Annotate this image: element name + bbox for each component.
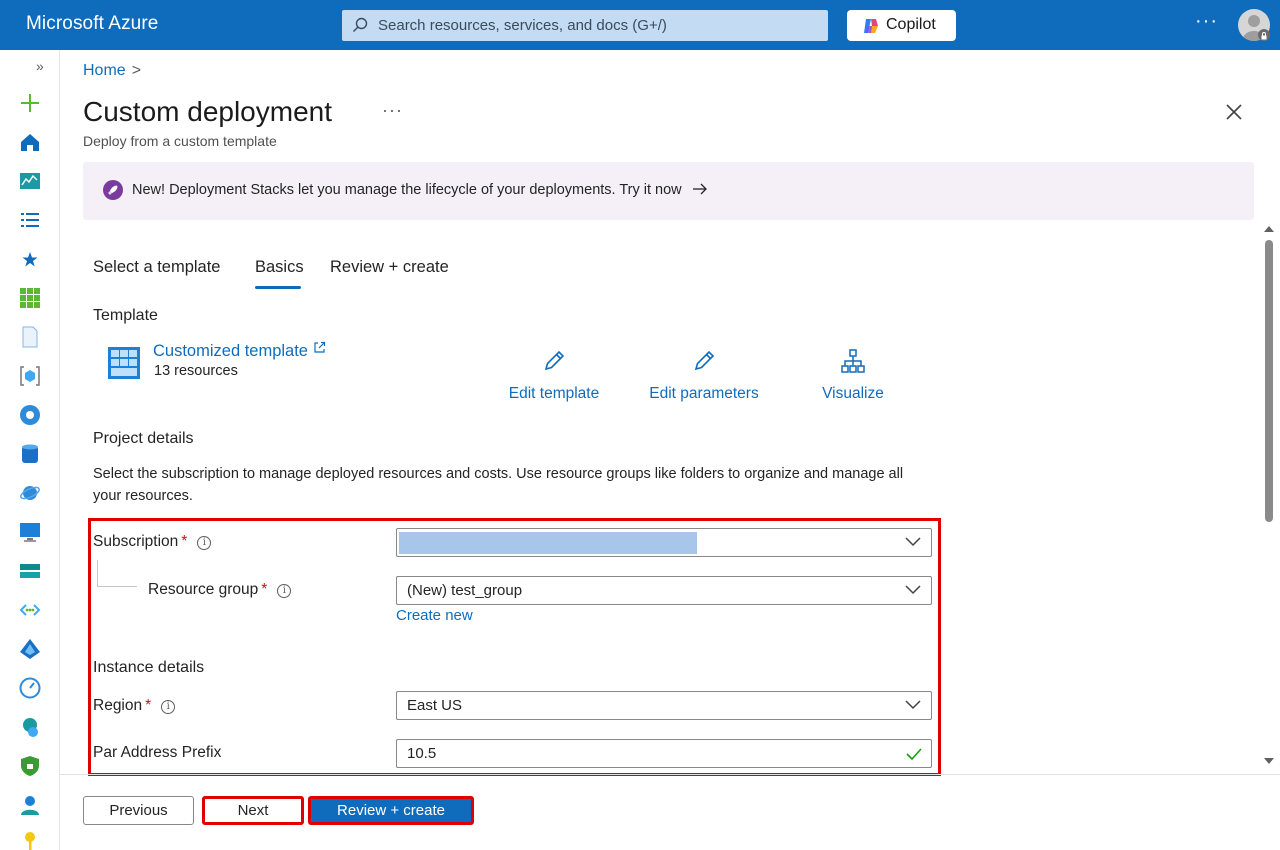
resource-group-icon[interactable] (19, 365, 41, 387)
required-asterisk: * (181, 533, 188, 550)
region-dropdown[interactable]: East US (396, 691, 932, 720)
required-asterisk: * (261, 581, 268, 598)
virtual-network-icon[interactable] (19, 599, 41, 621)
redacted-subscription-value (399, 532, 697, 554)
all-resources-grid-icon[interactable] (19, 287, 41, 309)
next-button[interactable]: Next (202, 796, 304, 825)
hierarchy-icon (841, 349, 865, 373)
edit-parameters-button[interactable]: Edit parameters (648, 348, 760, 403)
tree-connector (97, 560, 137, 587)
arrow-right-icon (692, 183, 707, 195)
pencil-icon (694, 350, 715, 371)
edit-template-button[interactable]: Edit template (507, 348, 601, 403)
top-bar: Microsoft Azure Search resources, servic… (0, 0, 1280, 50)
checkmark-icon (906, 748, 922, 761)
entra-id-icon[interactable] (19, 638, 41, 660)
tab-select-template[interactable]: Select a template (93, 258, 221, 277)
expand-menu-icon[interactable]: » (36, 58, 44, 74)
more-icon[interactable]: ··· (1195, 10, 1218, 33)
scrollbar-thumb[interactable] (1265, 240, 1273, 522)
chevron-down-icon (905, 537, 921, 547)
copilot-button[interactable]: Copilot (847, 10, 956, 41)
json-file-icon[interactable] (19, 326, 41, 348)
pencil-icon (544, 350, 565, 371)
create-resource-icon[interactable] (19, 92, 41, 114)
virtual-machine-icon[interactable] (19, 521, 41, 543)
all-services-icon[interactable] (19, 209, 41, 231)
subscription-dropdown[interactable] (396, 528, 932, 557)
defender-shield-icon[interactable] (19, 755, 41, 777)
chevron-down-icon (905, 700, 921, 710)
create-new-resource-group-link[interactable]: Create new (396, 607, 473, 624)
info-icon[interactable]: i (161, 700, 176, 714)
tab-basics[interactable]: Basics (255, 258, 304, 277)
key-icon[interactable] (19, 831, 41, 850)
left-nav-rail: » (0, 50, 60, 850)
rocket-icon (103, 180, 123, 200)
support-icon[interactable] (19, 794, 41, 816)
brand-title[interactable]: Microsoft Azure (26, 13, 158, 35)
subscription-label: Subscription * i (93, 533, 212, 551)
scroll-up-icon[interactable] (1262, 224, 1276, 234)
project-details-heading: Project details (93, 430, 194, 447)
breadcrumb-home-link[interactable]: Home (83, 62, 126, 79)
app-services-icon[interactable] (19, 404, 41, 426)
project-details-description: Select the subscription to manage deploy… (93, 466, 904, 504)
sql-database-icon[interactable] (19, 443, 41, 465)
page-subtitle: Deploy from a custom template (83, 133, 277, 149)
instance-details-heading: Instance details (93, 659, 205, 676)
active-tab-indicator (255, 286, 301, 289)
edit-template-label: Edit template (508, 385, 600, 402)
template-heading: Template (93, 307, 158, 324)
edit-parameters-label: Edit parameters (649, 385, 759, 402)
template-resource-count: 13 resources (154, 363, 238, 379)
par-address-prefix-input[interactable]: 10.5 (396, 739, 932, 768)
visualize-label: Visualize (822, 385, 884, 402)
cosmos-db-icon[interactable] (19, 482, 41, 504)
favorites-star-icon[interactable] (19, 248, 41, 270)
info-icon[interactable]: i (197, 536, 212, 550)
deployment-stacks-banner[interactable]: New! Deployment Stacks let you manage th… (83, 162, 1254, 220)
external-link-icon (313, 341, 325, 353)
footer-divider (60, 774, 1280, 775)
close-icon[interactable] (1224, 102, 1244, 122)
breadcrumb: Home > (83, 62, 141, 80)
page-more-icon[interactable]: ··· (382, 100, 403, 121)
region-label: Region * i (93, 697, 176, 715)
monitor-icon[interactable] (19, 677, 41, 699)
copilot-icon (864, 19, 878, 33)
banner-text: New! Deployment Stacks let you manage th… (132, 182, 708, 198)
customized-template-link[interactable]: Customized template (153, 341, 326, 361)
page-title: Custom deployment (83, 96, 333, 127)
previous-button[interactable]: Previous (83, 796, 194, 825)
copilot-label: Copilot (886, 16, 936, 33)
content-scrollbar[interactable] (1262, 222, 1276, 770)
par-address-prefix-value: 10.5 (407, 745, 437, 762)
scroll-down-icon[interactable] (1262, 756, 1276, 766)
template-icon (108, 347, 140, 379)
resource-group-label: Resource group * i (148, 581, 292, 599)
resource-group-dropdown[interactable]: (New) test_group (396, 576, 932, 605)
visualize-button[interactable]: Visualize (820, 348, 886, 403)
search-placeholder: Search resources, services, and docs (G+… (378, 17, 667, 34)
required-asterisk: * (145, 697, 152, 714)
dashboard-icon[interactable] (19, 170, 41, 192)
region-value: East US (407, 697, 463, 714)
tab-review-create[interactable]: Review + create (330, 258, 449, 277)
lock-icon (1258, 29, 1270, 41)
review-create-button[interactable]: Review + create (308, 796, 474, 825)
load-balancer-icon[interactable] (19, 560, 41, 582)
chevron-down-icon (905, 585, 921, 595)
resource-group-value: (New) test_group (407, 582, 523, 599)
home-icon[interactable] (19, 131, 41, 153)
search-icon (353, 17, 368, 32)
par-address-prefix-label: Par Address Prefix (93, 744, 222, 761)
advisor-icon[interactable] (19, 716, 41, 738)
info-icon[interactable]: i (277, 584, 292, 598)
global-search-input[interactable]: Search resources, services, and docs (G+… (342, 10, 828, 41)
breadcrumb-separator: > (131, 62, 142, 79)
